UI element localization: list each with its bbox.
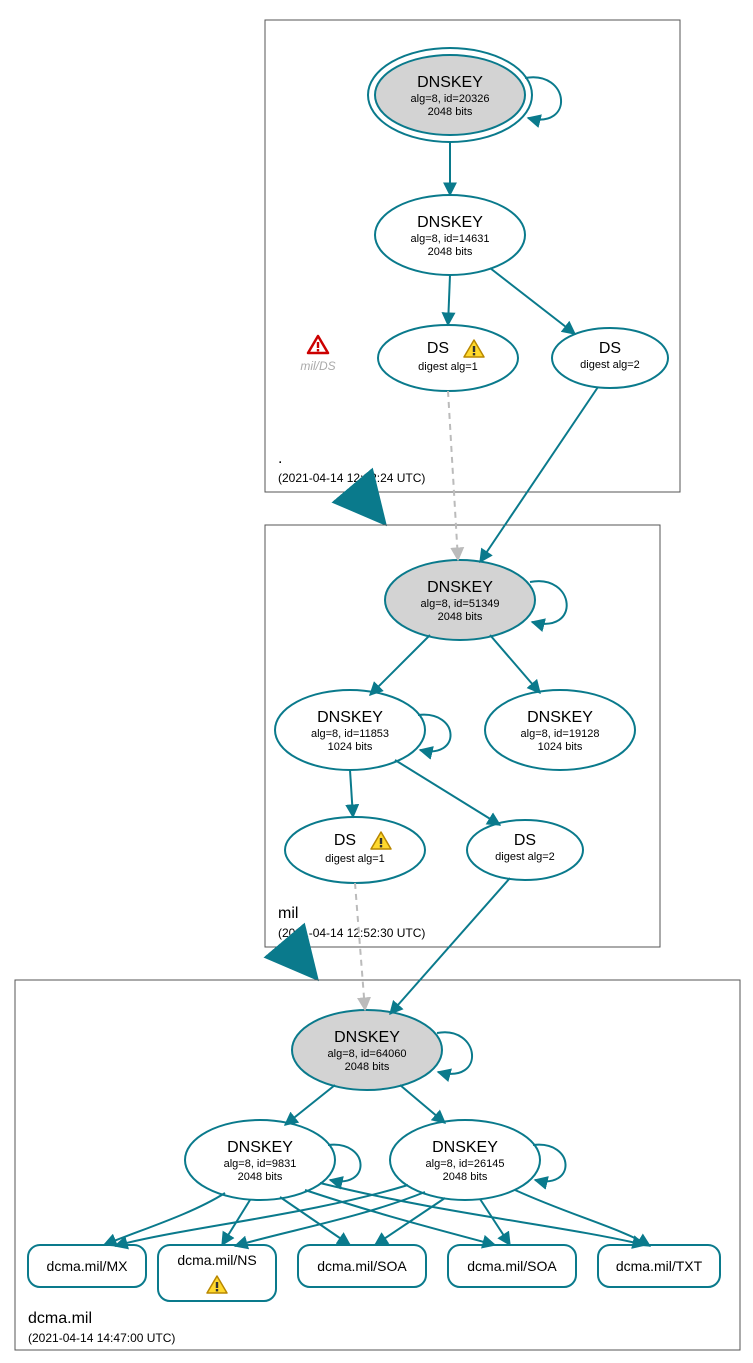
- edge-mil-ksk-zsk2: [490, 635, 540, 693]
- edge-zsk1-soa1: [280, 1197, 350, 1245]
- svg-text:alg=8, id=14631: alg=8, id=14631: [411, 233, 490, 245]
- edge-zsk1-mx: [104, 1193, 225, 1245]
- node-root-ds1: DS digest alg=1: [378, 325, 518, 391]
- node-root-ds2: DS digest alg=2: [552, 328, 668, 388]
- zone-mil-time: (2021-04-14 12:52:30 UTC): [278, 926, 425, 940]
- svg-text:alg=8, id=64060: alg=8, id=64060: [328, 1048, 407, 1060]
- node-rr-soa2: dcma.mil/SOA: [448, 1245, 576, 1287]
- edge-zone-mil-to-dcma: [290, 947, 312, 973]
- zone-root-name: .: [278, 450, 282, 467]
- svg-text:DS: DS: [514, 832, 536, 849]
- svg-text:digest alg=1: digest alg=1: [418, 361, 478, 373]
- svg-text:dcma.mil/MX: dcma.mil/MX: [47, 1258, 129, 1274]
- svg-text:2048 bits: 2048 bits: [345, 1061, 390, 1073]
- svg-text:alg=8, id=9831: alg=8, id=9831: [224, 1158, 297, 1170]
- svg-text:DNSKEY: DNSKEY: [334, 1029, 400, 1046]
- svg-text:alg=8, id=51349: alg=8, id=51349: [421, 598, 500, 610]
- svg-text:DNSKEY: DNSKEY: [417, 214, 483, 231]
- svg-text:DS: DS: [599, 340, 621, 357]
- svg-text:DS: DS: [334, 832, 356, 849]
- svg-text:2048 bits: 2048 bits: [428, 246, 473, 258]
- edge-zsk2-txt: [515, 1190, 650, 1246]
- svg-text:digest alg=2: digest alg=2: [580, 359, 640, 371]
- svg-text:digest alg=1: digest alg=1: [325, 853, 385, 865]
- svg-text:alg=8, id=11853: alg=8, id=11853: [311, 728, 389, 740]
- svg-text:2048 bits: 2048 bits: [443, 1171, 488, 1183]
- node-rr-soa1: dcma.mil/SOA: [298, 1245, 426, 1287]
- zone-mil-name: mil: [278, 905, 298, 922]
- node-root-ksk: DNSKEY alg=8, id=20326 2048 bits: [368, 48, 532, 142]
- edge-zsk2-soa2: [480, 1199, 510, 1245]
- node-root-warn: mil/DS: [300, 336, 335, 373]
- edge-mil-zsk1-ds1: [350, 770, 353, 817]
- edge-root-zsk-ds1: [448, 275, 450, 325]
- node-rr-ns: dcma.mil/NS: [158, 1245, 276, 1301]
- svg-text:digest alg=2: digest alg=2: [495, 851, 555, 863]
- edge-mil-ds2-dcma-ksk: [390, 878, 510, 1014]
- node-mil-ds1: DS digest alg=1: [285, 817, 425, 883]
- node-rr-txt: dcma.mil/TXT: [598, 1245, 720, 1287]
- svg-text:dcma.mil/SOA: dcma.mil/SOA: [467, 1258, 557, 1274]
- node-mil-ds2: DS digest alg=2: [467, 820, 583, 880]
- svg-text:DNSKEY: DNSKEY: [432, 1139, 498, 1156]
- node-root-zsk: DNSKEY alg=8, id=14631 2048 bits: [375, 195, 525, 275]
- svg-text:DNSKEY: DNSKEY: [227, 1139, 293, 1156]
- edge-zone-root-to-mil: [358, 492, 380, 518]
- zone-dcma-name: dcma.mil: [28, 1310, 92, 1327]
- svg-text:2048 bits: 2048 bits: [438, 611, 483, 623]
- node-mil-ksk: DNSKEY alg=8, id=51349 2048 bits: [385, 560, 535, 640]
- svg-text:dcma.mil/TXT: dcma.mil/TXT: [616, 1258, 703, 1274]
- node-mil-zsk2: DNSKEY alg=8, id=19128 1024 bits: [485, 690, 635, 770]
- zone-root-time: (2021-04-14 12:22:24 UTC): [278, 471, 425, 485]
- svg-text:2048 bits: 2048 bits: [238, 1171, 283, 1183]
- node-rr-mx: dcma.mil/MX: [28, 1245, 146, 1287]
- svg-text:1024 bits: 1024 bits: [538, 741, 583, 753]
- node-dcma-zsk1: DNSKEY alg=8, id=9831 2048 bits: [185, 1120, 335, 1200]
- svg-text:alg=8, id=20326: alg=8, id=20326: [411, 93, 490, 105]
- svg-text:DNSKEY: DNSKEY: [317, 709, 383, 726]
- error-icon: [308, 336, 328, 353]
- svg-text:DNSKEY: DNSKEY: [417, 74, 483, 91]
- svg-text:alg=8, id=26145: alg=8, id=26145: [426, 1158, 505, 1170]
- svg-text:dcma.mil/NS: dcma.mil/NS: [177, 1252, 256, 1268]
- svg-text:1024 bits: 1024 bits: [328, 741, 373, 753]
- svg-text:dcma.mil/SOA: dcma.mil/SOA: [317, 1258, 407, 1274]
- node-dcma-zsk2: DNSKEY alg=8, id=26145 2048 bits: [390, 1120, 540, 1200]
- svg-text:DNSKEY: DNSKEY: [527, 709, 593, 726]
- svg-text:DS: DS: [427, 340, 449, 357]
- edge-root-ds1-mil-ksk: [448, 391, 458, 560]
- node-dcma-ksk: DNSKEY alg=8, id=64060 2048 bits: [292, 1010, 442, 1090]
- svg-text:mil/DS: mil/DS: [300, 359, 335, 373]
- svg-text:2048 bits: 2048 bits: [428, 106, 473, 118]
- svg-text:DNSKEY: DNSKEY: [427, 579, 493, 596]
- edge-root-ds2-mil-ksk: [480, 387, 598, 562]
- svg-text:alg=8, id=19128: alg=8, id=19128: [521, 728, 600, 740]
- node-mil-zsk1: DNSKEY alg=8, id=11853 1024 bits: [275, 690, 425, 770]
- zone-dcma-time: (2021-04-14 14:47:00 UTC): [28, 1331, 175, 1345]
- edge-mil-zsk1-ds2: [395, 760, 500, 825]
- edge-dcma-ksk-zsk1: [285, 1085, 335, 1125]
- edge-root-zsk-ds2: [490, 268, 575, 334]
- edge-mil-ksk-zsk1: [370, 635, 430, 695]
- dnssec-auth-graph: . (2021-04-14 12:22:24 UTC) DNSKEY alg=8…: [0, 0, 753, 1363]
- edge-dcma-ksk-zsk2: [400, 1085, 445, 1123]
